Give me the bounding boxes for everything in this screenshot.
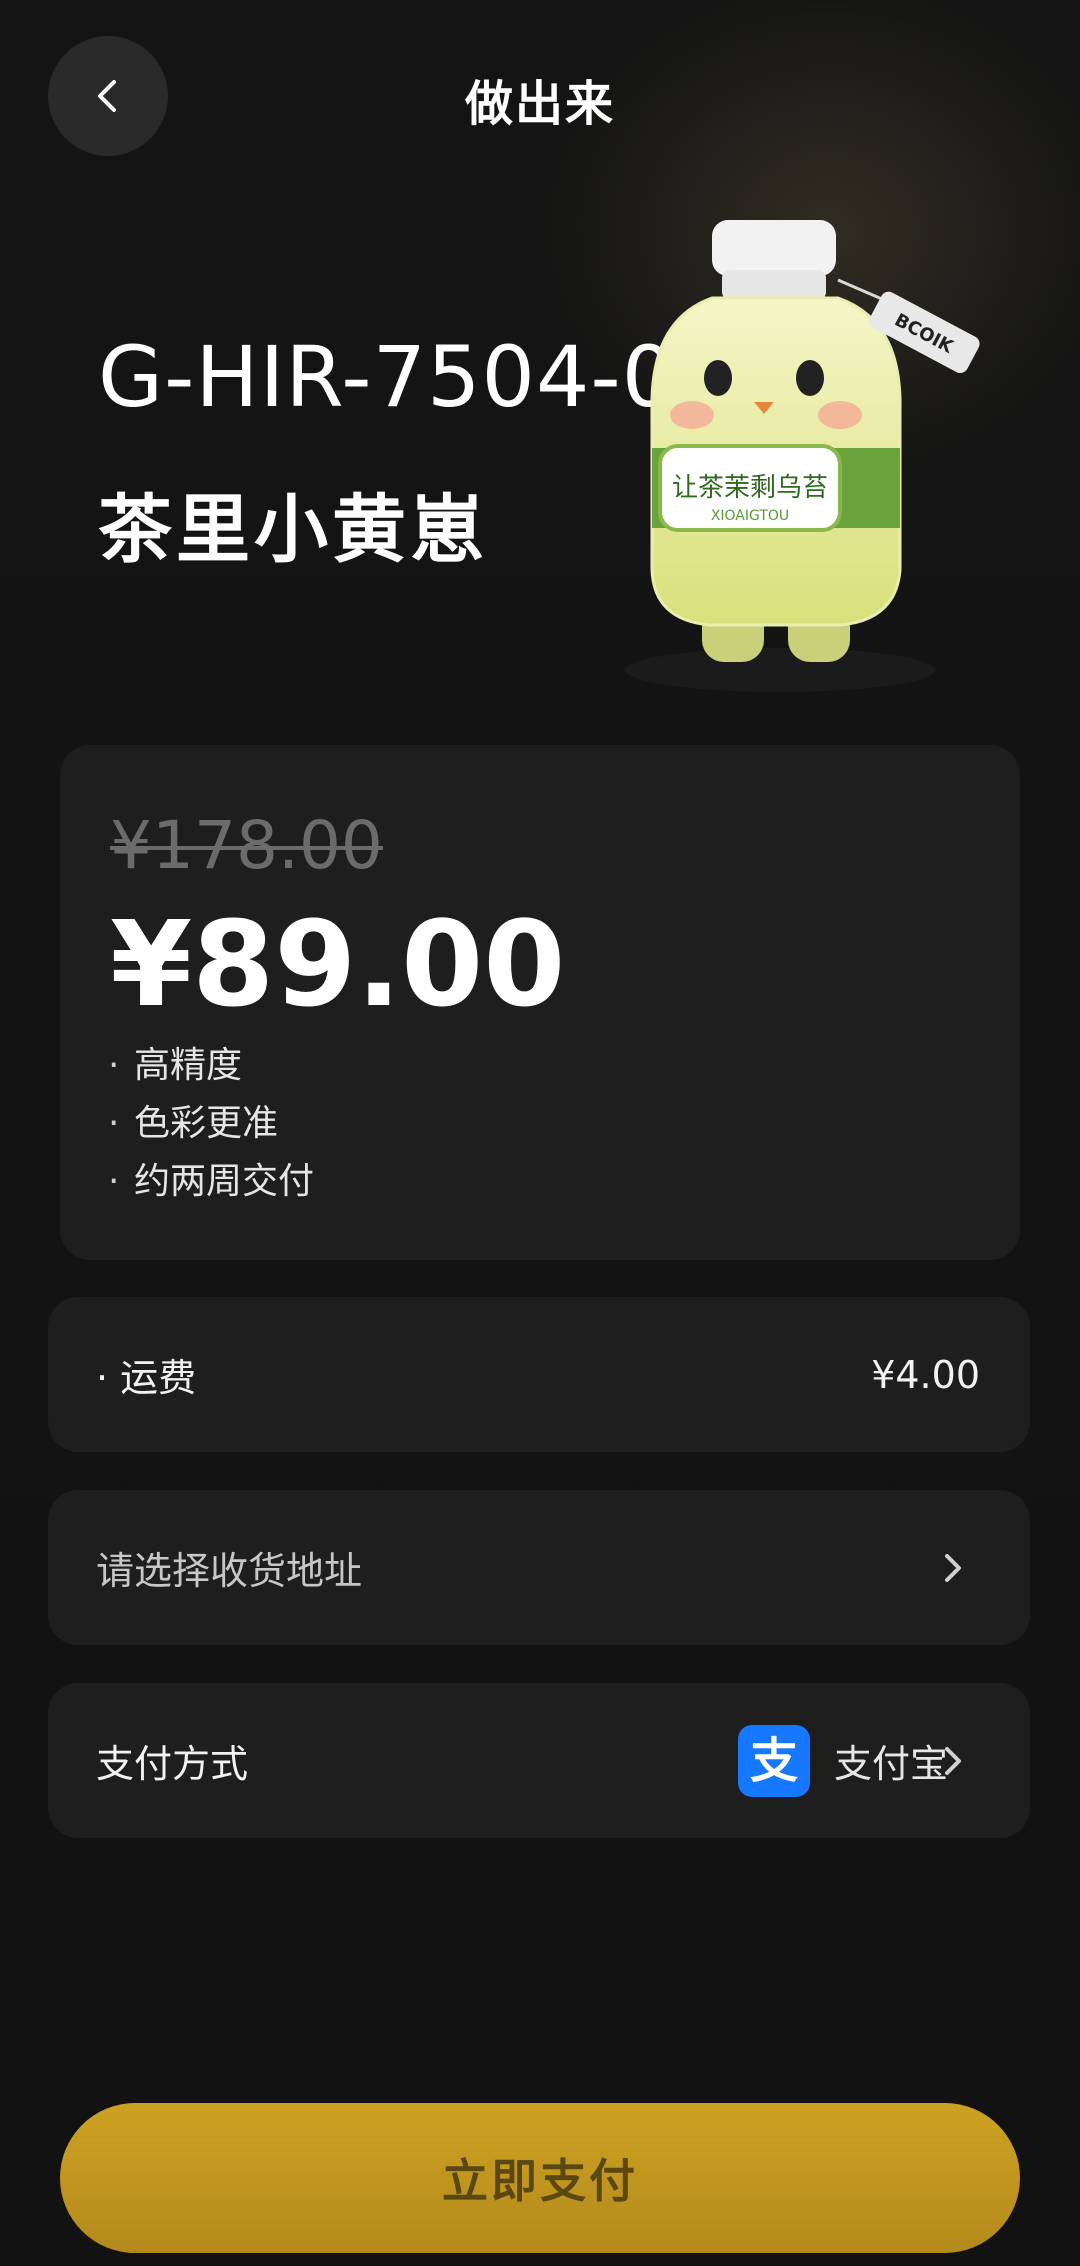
order-page: 做出来 G-HIR-7504-0 茶里小黄崽 让茶茉剩乌苔 XIOAIGTOU: [0, 0, 1080, 2266]
pay-now-button[interactable]: 立即支付: [60, 2103, 1020, 2253]
product-name: 茶里小黄崽: [98, 487, 488, 573]
current-price: ¥89.00: [110, 895, 566, 1033]
payment-method-selector[interactable]: 支付方式 支 支付宝: [48, 1683, 1030, 1838]
mascot-figure-image: 让茶茉剩乌苔 XIOAIGTOU BCOIK: [625, 220, 980, 692]
address-selector[interactable]: 请选择收货地址: [48, 1490, 1030, 1645]
price-card: ¥178.00 ¥89.00 · 高精度 · 色彩更准 · 约两周交付: [60, 745, 1020, 1260]
original-price: ¥178.00: [110, 807, 383, 884]
feature-list: · 高精度 · 色彩更准 · 约两周交付: [108, 1037, 314, 1211]
mascot-sub-text: XIOAIGTOU: [711, 508, 789, 524]
chevron-right-icon: [945, 1746, 961, 1775]
feature-item: · 色彩更准: [108, 1103, 279, 1144]
payment-label: 支付方式: [96, 1742, 249, 1786]
shipping-row: · 运费 ¥4.00: [48, 1297, 1030, 1452]
mascot-label-text: 让茶茉剩乌苔: [672, 473, 828, 503]
address-placeholder: 请选择收货地址: [96, 1549, 363, 1593]
payment-method-name: 支付宝: [834, 1742, 949, 1786]
chevron-right-icon: [945, 1553, 961, 1582]
shipping-label: · 运费: [96, 1356, 197, 1400]
shipping-fee: ¥4.00: [871, 1352, 980, 1397]
feature-item: · 约两周交付: [108, 1161, 315, 1202]
product-code: G-HIR-7504-0: [98, 328, 677, 426]
alipay-icon: 支: [738, 1724, 810, 1797]
page-title: 做出来: [464, 76, 615, 132]
feature-item: · 高精度: [108, 1045, 243, 1086]
